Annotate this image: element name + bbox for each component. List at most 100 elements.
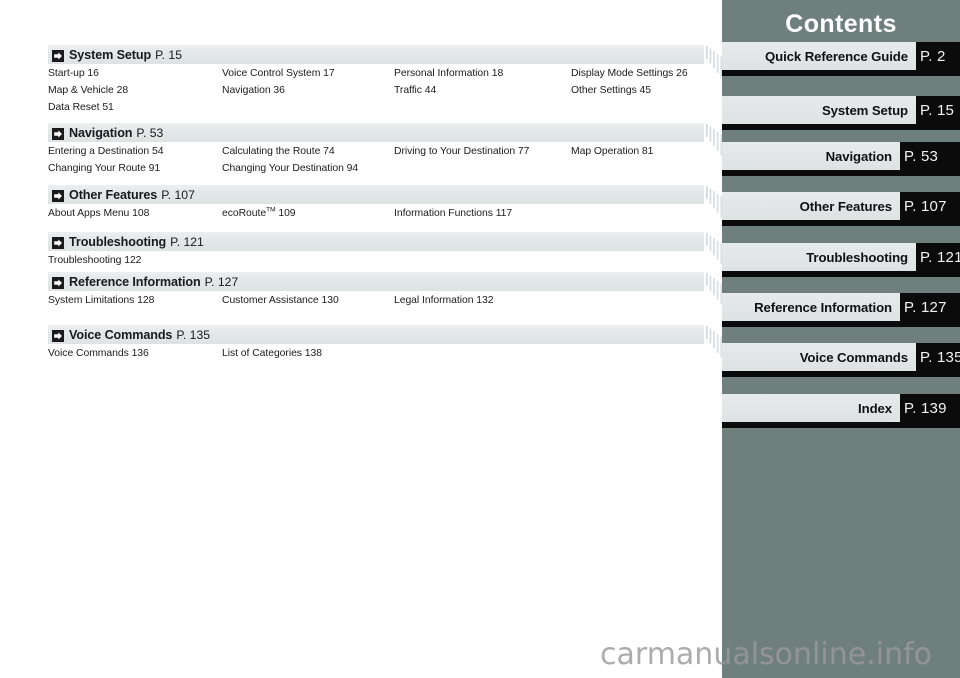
contents-entry[interactable]: About Apps Menu 108 <box>48 207 222 221</box>
contents-entry[interactable]: Map Operation 81 <box>571 145 704 159</box>
nav-label-plate[interactable]: Troubleshooting <box>722 243 916 271</box>
contents-entry[interactable]: Data Reset 51 <box>48 101 222 115</box>
section-header[interactable]: System Setup P. 15 <box>48 45 744 91</box>
contents-entry[interactable]: Calculating the Route 74 <box>222 145 394 159</box>
contents-section: Voice Commands P. 135 Voice Commands 136 Li… <box>48 325 744 371</box>
section-header[interactable]: Other Features P. 107 <box>48 185 744 231</box>
contents-entry[interactable]: Entering a Destination 54 <box>48 145 222 159</box>
arrow-jump-icon <box>52 49 64 62</box>
contents-page: System Setup P. 15 Start-up 16 Voice Contro… <box>0 0 960 678</box>
section-header[interactable]: Navigation P. 53 <box>48 123 744 169</box>
contents-entry[interactable]: Driving to Your Destination 77 <box>394 145 571 159</box>
nav-label-plate[interactable]: Quick Reference Guide <box>722 42 916 70</box>
sidebar-item-label: Index <box>858 400 892 416</box>
contents-entry[interactable]: List of Categories 138 <box>222 347 394 361</box>
contents-entry[interactable]: Voice Control System 17 <box>222 67 394 81</box>
sidebar-nav-item[interactable]: System Setup P. 15 <box>722 96 960 130</box>
contents-entry[interactable]: Voice Commands 136 <box>48 347 222 361</box>
contents-entry[interactable]: Navigation 36 <box>222 84 394 98</box>
contents-entry[interactable]: Start-up 16 <box>48 67 222 81</box>
sidebar-nav-item[interactable]: Index P. 139 <box>722 394 960 428</box>
section-page-ref: P. 135 <box>176 327 211 342</box>
nav-label-plate[interactable]: Voice Commands <box>722 343 916 371</box>
nav-label-plate[interactable]: Index <box>722 394 900 422</box>
contents-entry[interactable]: System Limitations 128 <box>48 294 222 308</box>
section-header[interactable]: Voice Commands P. 135 <box>48 325 744 371</box>
trademark-superscript: TM <box>266 206 276 214</box>
section-title: System Setup <box>69 47 152 62</box>
contents-entry[interactable]: Traffic 44 <box>394 84 571 98</box>
contents-section: System Setup P. 15 Start-up 16 Voice Contro… <box>48 45 744 115</box>
sidebar-item-label: Navigation <box>825 148 893 164</box>
sidebar-item-label: Other Features <box>799 198 893 214</box>
contents-entry[interactable]: Customer Assistance 130 <box>222 294 394 308</box>
section-page-ref: P. 127 <box>204 274 239 289</box>
contents-entry[interactable]: Personal Information 18 <box>394 67 571 81</box>
sidebar-nav-item[interactable]: Navigation P. 53 <box>722 142 960 176</box>
contents-section: Reference Information P. 127 System Limita… <box>48 272 744 318</box>
contents-entry[interactable]: Display Mode Settings 26 <box>571 67 704 81</box>
nav-shadow-strip <box>722 371 960 377</box>
arrow-jump-icon <box>52 276 64 289</box>
section-entry-list: Entering a Destination 54 Calculating the… <box>48 145 704 176</box>
sidebar-item-page: P. 139 <box>904 399 947 417</box>
arrow-jump-icon <box>52 329 64 342</box>
section-page-ref: P. 53 <box>136 125 164 140</box>
section-header[interactable]: Troubleshooting P. 121 <box>48 232 744 278</box>
section-title: Other Features <box>69 187 158 202</box>
sidebar-item-page: P. 135 <box>920 348 960 366</box>
arrow-jump-icon <box>52 127 64 140</box>
contents-sidebar: Contents Quick Reference Guide P. 2 System… <box>722 0 960 678</box>
sidebar-item-page: P. 15 <box>920 101 955 119</box>
section-entry-list: System Limitations 128 Customer Assistanc… <box>48 294 704 308</box>
section-page-ref: P. 15 <box>155 47 182 62</box>
nav-shadow-strip <box>722 321 960 327</box>
nav-shadow-strip <box>722 170 960 176</box>
contents-entry[interactable]: Map & Vehicle 28 <box>48 84 222 98</box>
nav-shadow-strip <box>722 70 960 76</box>
sidebar-item-label: Quick Reference Guide <box>764 48 908 64</box>
section-entry-list: Troubleshooting 122 <box>48 254 704 268</box>
sidebar-item-label: Voice Commands <box>799 349 908 365</box>
contents-entry-page: 109 <box>275 208 296 219</box>
sidebar-item-label: System Setup <box>821 102 908 118</box>
nav-shadow-strip <box>722 124 960 130</box>
contents-entry[interactable]: Troubleshooting 122 <box>48 254 222 268</box>
contents-entry[interactable]: Changing Your Destination 94 <box>222 162 394 176</box>
sidebar-item-label: Troubleshooting <box>806 249 908 265</box>
nav-shadow-strip <box>722 271 960 277</box>
sidebar-nav-item[interactable]: Troubleshooting P. 121 <box>722 243 960 277</box>
nav-label-plate[interactable]: System Setup <box>722 96 916 124</box>
arrow-jump-icon <box>52 189 64 202</box>
section-header[interactable]: Reference Information P. 127 <box>48 272 744 318</box>
section-entry-list: Voice Commands 136 List of Categories 138 <box>48 347 704 361</box>
nav-label-plate[interactable]: Navigation <box>722 142 900 170</box>
sidebar-item-page: P. 107 <box>904 197 947 215</box>
section-entry-list: About Apps Menu 108 ecoRouteTM 109 Informa… <box>48 207 704 221</box>
contents-entry[interactable]: ecoRouteTM 109 <box>222 207 394 221</box>
page-title: Contents <box>785 10 897 38</box>
section-entry-list: Start-up 16 Voice Control System 17 Person… <box>48 67 704 115</box>
nav-label-plate[interactable]: Other Features <box>722 192 900 220</box>
table-of-contents-panel: System Setup P. 15 Start-up 16 Voice Contro… <box>0 0 744 678</box>
section-title: Voice Commands <box>69 327 173 342</box>
contents-entry[interactable]: Changing Your Route 91 <box>48 162 222 176</box>
contents-entry[interactable]: Other Settings 45 <box>571 84 704 98</box>
sidebar-nav-item[interactable]: Quick Reference Guide P. 2 <box>722 42 960 76</box>
nav-label-plate[interactable]: Reference Information <box>722 293 900 321</box>
contents-entry[interactable]: Legal Information 132 <box>394 294 571 308</box>
sidebar-nav-item[interactable]: Other Features P. 107 <box>722 192 960 226</box>
section-title: Navigation <box>69 125 133 140</box>
arrow-jump-icon <box>52 236 64 249</box>
section-page-ref: P. 107 <box>161 187 195 202</box>
sidebar-item-page: P. 2 <box>920 47 946 65</box>
sidebar-item-page: P. 127 <box>904 298 947 316</box>
nav-shadow-strip <box>722 220 960 226</box>
contents-entry-label: ecoRoute <box>222 208 267 219</box>
section-title: Troubleshooting <box>69 234 167 249</box>
sidebar-nav-item[interactable]: Voice Commands P. 135 <box>722 343 960 377</box>
contents-entry[interactable]: Information Functions 117 <box>394 207 571 221</box>
section-title: Reference Information <box>69 274 201 289</box>
sidebar-nav-item[interactable]: Reference Information P. 127 <box>722 293 960 327</box>
section-page-ref: P. 121 <box>170 234 204 249</box>
